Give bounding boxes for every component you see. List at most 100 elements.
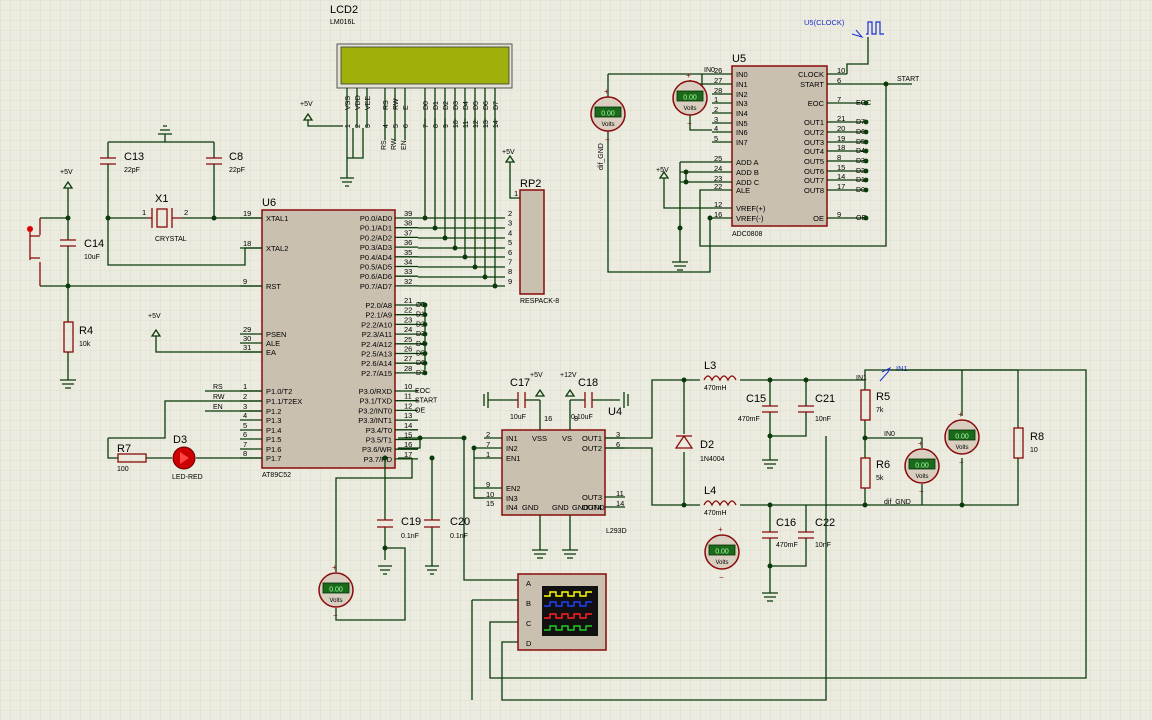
mcu-pin-label: P3.7/RD — [364, 455, 393, 464]
c14-val: 10uF — [84, 254, 100, 261]
clock-label: U5(CLOCK) — [804, 18, 845, 27]
mcu-pin-number: 29 — [243, 325, 251, 334]
lcd-pin-number: 3 — [365, 124, 372, 128]
voltmeter-minus: − — [719, 573, 724, 582]
adc-pin-number: 19 — [837, 134, 845, 143]
c8-ref: C8 — [229, 151, 243, 163]
bus-junction — [863, 129, 869, 135]
mcu-pin-number: 18 — [243, 239, 251, 248]
c20-ref: C20 — [450, 516, 470, 528]
voltmeter-plus: + — [686, 71, 691, 80]
mcu-pin-number: 12 — [404, 401, 412, 410]
mcu-pin-number: 35 — [404, 248, 412, 257]
adc-pin-number: 18 — [837, 143, 845, 152]
voltmeter-unit: Volts — [683, 106, 696, 112]
c21-val: 10nF — [815, 416, 831, 423]
dif-gnd-label-adc: dif_GND — [598, 143, 605, 170]
l293d-pin-label: GND — [522, 503, 539, 512]
svg-text:2: 2 — [184, 208, 188, 217]
rp2-pin-number: 5 — [508, 238, 512, 247]
l293d-pin-label: IN3 — [506, 494, 518, 503]
r8-val: 10 — [1030, 447, 1038, 454]
adc-pin-label: CLOCK — [798, 70, 824, 79]
adc-pin-number: 22 — [714, 182, 722, 191]
bus-junction — [863, 187, 869, 193]
lcd-pin-number: 4 — [383, 124, 390, 128]
mcu-pin-number: 30 — [243, 334, 251, 343]
adc-pin-label: IN4 — [736, 109, 748, 118]
rp2-ref: RP2 — [520, 178, 541, 190]
mcu-pin-number: 6 — [243, 430, 247, 439]
mcu-pin-label: P1.1/T2EX — [266, 397, 302, 406]
bus-junction — [863, 158, 869, 164]
scope-channel-d: D — [526, 639, 532, 648]
svg-text:+12V: +12V — [560, 372, 577, 379]
adc-pin-number: 6 — [837, 76, 841, 85]
adc-pin-label: IN2 — [736, 90, 748, 99]
mcu-pin-number: 36 — [404, 238, 412, 247]
lcd-pin-number: 10 — [453, 120, 460, 128]
adc-pin-label: START — [800, 80, 824, 89]
voltmeter-reading: 0.00 — [601, 111, 615, 118]
mcu-pin-label: P1.4 — [266, 426, 281, 435]
lcd-pin-label: D3 — [453, 101, 460, 110]
x1-part: CRYSTAL — [155, 236, 187, 243]
lcd-pin-number: 5 — [393, 124, 400, 128]
mcu-ref: U6 — [262, 197, 276, 209]
svg-text:1: 1 — [142, 208, 146, 217]
mcu-pin-label: P3.1/TXD — [359, 397, 392, 406]
voltmeter-reading: 0.00 — [683, 95, 697, 102]
adc-pin-number: 14 — [837, 172, 845, 181]
mcu-pin-label: P3.5/T1 — [366, 436, 392, 445]
lcd-pin-number: 1 — [345, 124, 352, 128]
mcu-part: AT89C52 — [262, 472, 291, 479]
mcu-pin-label: P2.6/A14 — [361, 359, 392, 368]
lcd-pin-number: 11 — [463, 121, 470, 128]
schematic-canvas[interactable]: LCD2 LM016L VSS1VDD2VEE3RS4RW5E6D07D18D2… — [0, 0, 1152, 720]
scope-channel-b: B — [526, 599, 531, 608]
l3-val: 470mH — [704, 385, 727, 392]
mcu-pin-label: P0.3/AD3 — [360, 243, 392, 252]
adc-pin-number: 9 — [837, 210, 841, 219]
lcd-pin-label: D0 — [423, 101, 430, 110]
mcu-pin-label: P0.4/AD4 — [360, 253, 392, 262]
l293d-pin-label: IN2 — [506, 444, 518, 453]
adc-pin-label: OE — [813, 214, 824, 223]
voltmeter-unit: Volts — [955, 445, 968, 451]
adc-pin-number: 12 — [714, 200, 722, 209]
mcu-pin-label: P3.3/INT1 — [358, 416, 392, 425]
adc-pin-label: OUT4 — [804, 147, 824, 156]
d2-val: 1N4004 — [700, 456, 725, 463]
mcu-at89c52[interactable]: U6 AT89C52 19XTAL118XTAL29RST29PSEN30ALE… — [240, 197, 438, 479]
adc-pin-number: 3 — [714, 115, 718, 124]
lcd-pin-label: D5 — [473, 101, 480, 110]
adc-start-label: START — [897, 76, 920, 83]
rp2-pin-number: 8 — [508, 267, 512, 276]
r5-ref: R5 — [876, 391, 890, 403]
adc-pin-label: IN7 — [736, 138, 748, 147]
lcd-pin-label: D1 — [433, 101, 440, 110]
adc-pin-number: 4 — [714, 124, 718, 133]
x1-ref: X1 — [155, 193, 168, 205]
lcd-part: LM016L — [330, 19, 355, 26]
adc-pin-number: 10 — [837, 66, 845, 75]
adc-pin-number: 26 — [714, 66, 722, 75]
mcu-pin-label: P2.0/A8 — [365, 301, 392, 310]
mcu-pin-label: P0.7/AD7 — [360, 282, 392, 291]
mcu-pin-number: 31 — [243, 343, 251, 352]
l293d-pin-number: 15 — [486, 499, 494, 508]
lcd-pin-label: RW — [393, 98, 400, 110]
adc-pin-label: ALE — [736, 186, 750, 195]
d2-ref: D2 — [700, 439, 714, 451]
l4-val: 470mH — [704, 510, 727, 517]
lcd-pin-number: 2 — [355, 124, 362, 128]
mcu-pin-number: 1 — [243, 382, 247, 391]
adc-pin-number: 15 — [837, 163, 845, 172]
adc-pin-number: 25 — [714, 154, 722, 163]
rp2-pin-number: 2 — [508, 209, 512, 218]
r5-val: 7k — [876, 407, 884, 414]
lcd-pin-label: VSS — [345, 96, 352, 110]
svg-text:dif_GND: dif_GND — [884, 499, 911, 506]
mcu-pin-number: 9 — [243, 277, 247, 286]
adc-pin-label: OUT6 — [804, 167, 824, 176]
